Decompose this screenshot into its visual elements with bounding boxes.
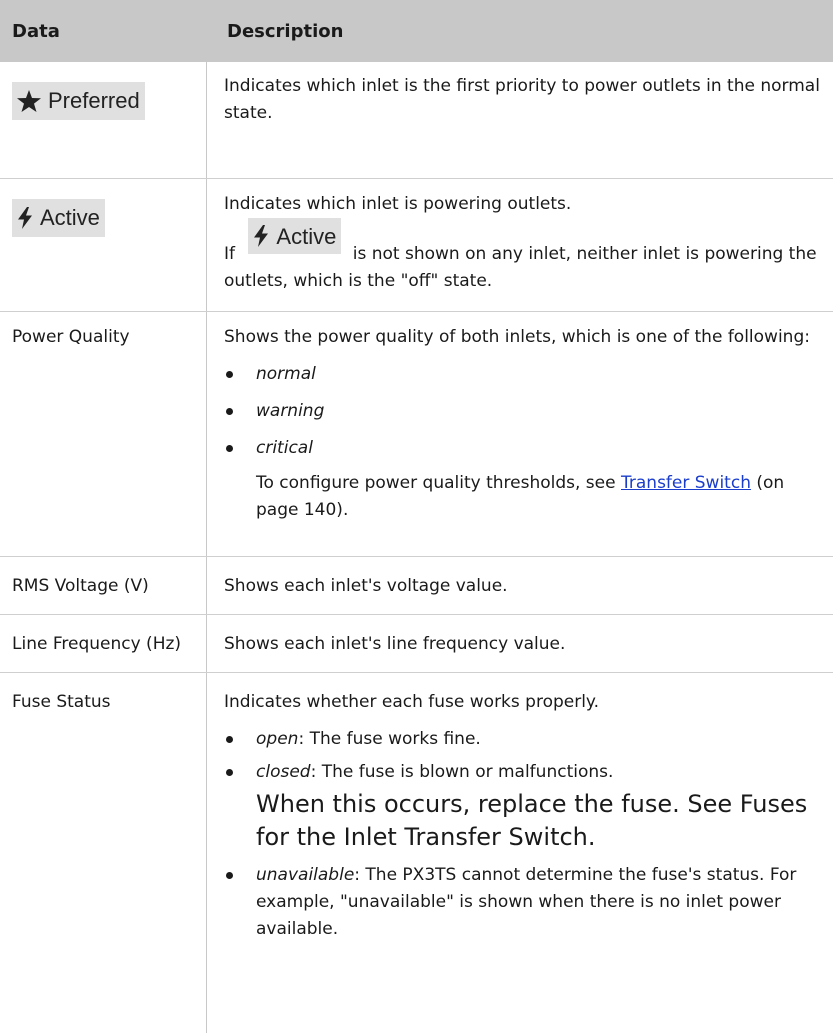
table-row-rms-voltage: RMS Voltage (V) Shows each inlet's volta… <box>0 557 833 615</box>
active-badge: Active <box>12 199 105 237</box>
line-frequency-label: Line Frequency (Hz) <box>12 634 182 654</box>
quality-warning: warning <box>256 401 325 421</box>
lightning-icon <box>18 207 32 229</box>
fuse-closed-desc: : The fuse is blown or malfunctions. <box>310 762 614 782</box>
fuse-open-desc: : The fuse works fine. <box>298 729 481 749</box>
preferred-badge-label: Preferred <box>48 88 140 113</box>
active-note-prefix: If <box>224 244 235 264</box>
fuse-closed-note: When this occurs, replace the fuse. See … <box>256 790 808 851</box>
lightning-icon <box>254 225 269 247</box>
header-data: Data <box>12 20 60 42</box>
data-description-table: Data Description Preferred Indicates whi… <box>0 0 833 1033</box>
table-row-power-quality: Power Quality Shows the power quality of… <box>0 312 833 557</box>
active-badge-label: Active <box>40 205 100 230</box>
data-cell: RMS Voltage (V) <box>0 557 207 614</box>
description-cell: Indicates which inlet is powering outlet… <box>207 179 833 311</box>
fuse-status-list: open: The fuse works fine. closed: The f… <box>224 726 827 786</box>
fuse-status-label: Fuse Status <box>12 692 111 712</box>
list-item: closed: The fuse is blown or malfunction… <box>224 759 827 786</box>
data-cell: Active <box>0 179 207 311</box>
table-header: Data Description <box>0 0 833 62</box>
list-item: open: The fuse works fine. <box>224 726 827 753</box>
transfer-switch-link[interactable]: Transfer Switch <box>621 473 751 493</box>
bullet-icon <box>226 872 233 879</box>
list-item: unavailable: The PX3TS cannot determine … <box>224 862 827 943</box>
active-note: If Active is not shown on any inlet, nei… <box>224 218 827 295</box>
bullet-icon <box>226 408 233 415</box>
power-quality-note: To configure power quality thresholds, s… <box>224 470 827 524</box>
description-cell: Shows the power quality of both inlets, … <box>207 312 833 556</box>
header-description: Description <box>227 20 344 42</box>
quality-critical: critical <box>256 438 313 458</box>
power-quality-description: Shows the power quality of both inlets, … <box>224 327 810 347</box>
list-item: warning <box>224 398 827 425</box>
active-inline-badge: Active <box>248 218 342 254</box>
table-row-fuse-status: Fuse Status Indicates whether each fuse … <box>0 673 833 1033</box>
bullet-icon <box>226 445 233 452</box>
active-description: Indicates which inlet is powering outlet… <box>224 194 572 214</box>
line-frequency-description: Shows each inlet's line frequency value. <box>224 634 566 654</box>
bullet-icon <box>226 736 233 743</box>
power-quality-list: normal warning critical <box>224 361 827 462</box>
preferred-badge: Preferred <box>12 82 145 120</box>
list-item: normal <box>224 361 827 388</box>
description-cell: Indicates which inlet is the first prior… <box>207 62 833 178</box>
quality-normal: normal <box>256 364 316 384</box>
description-cell: Indicates whether each fuse works proper… <box>207 673 833 1033</box>
data-cell: Line Frequency (Hz) <box>0 615 207 672</box>
table-row-preferred: Preferred Indicates which inlet is the f… <box>0 62 833 179</box>
fuse-unavailable-term: unavailable <box>256 865 355 885</box>
power-quality-label: Power Quality <box>12 327 130 347</box>
fuse-closed-term: closed <box>256 762 311 782</box>
data-cell: Power Quality <box>0 312 207 556</box>
description-cell: Shows each inlet's line frequency value. <box>207 615 833 672</box>
list-item: critical <box>224 435 827 462</box>
rms-voltage-description: Shows each inlet's voltage value. <box>224 576 508 596</box>
data-cell: Preferred <box>0 62 207 178</box>
bullet-icon <box>226 769 233 776</box>
table-row-active: Active Indicates which inlet is powering… <box>0 179 833 312</box>
preferred-description: Indicates which inlet is the first prior… <box>224 76 820 123</box>
data-cell: Fuse Status <box>0 673 207 1033</box>
bullet-icon <box>226 371 233 378</box>
description-cell: Shows each inlet's voltage value. <box>207 557 833 614</box>
fuse-open-term: open <box>256 729 299 749</box>
rms-voltage-label: RMS Voltage (V) <box>12 576 149 596</box>
star-icon <box>17 90 41 112</box>
table-row-line-frequency: Line Frequency (Hz) Shows each inlet's l… <box>0 615 833 673</box>
fuse-status-list-2: unavailable: The PX3TS cannot determine … <box>224 862 827 943</box>
power-quality-note-prefix: To configure power quality thresholds, s… <box>256 473 616 493</box>
active-inline-badge-label: Active <box>276 223 337 249</box>
fuse-status-description: Indicates whether each fuse works proper… <box>224 692 599 712</box>
